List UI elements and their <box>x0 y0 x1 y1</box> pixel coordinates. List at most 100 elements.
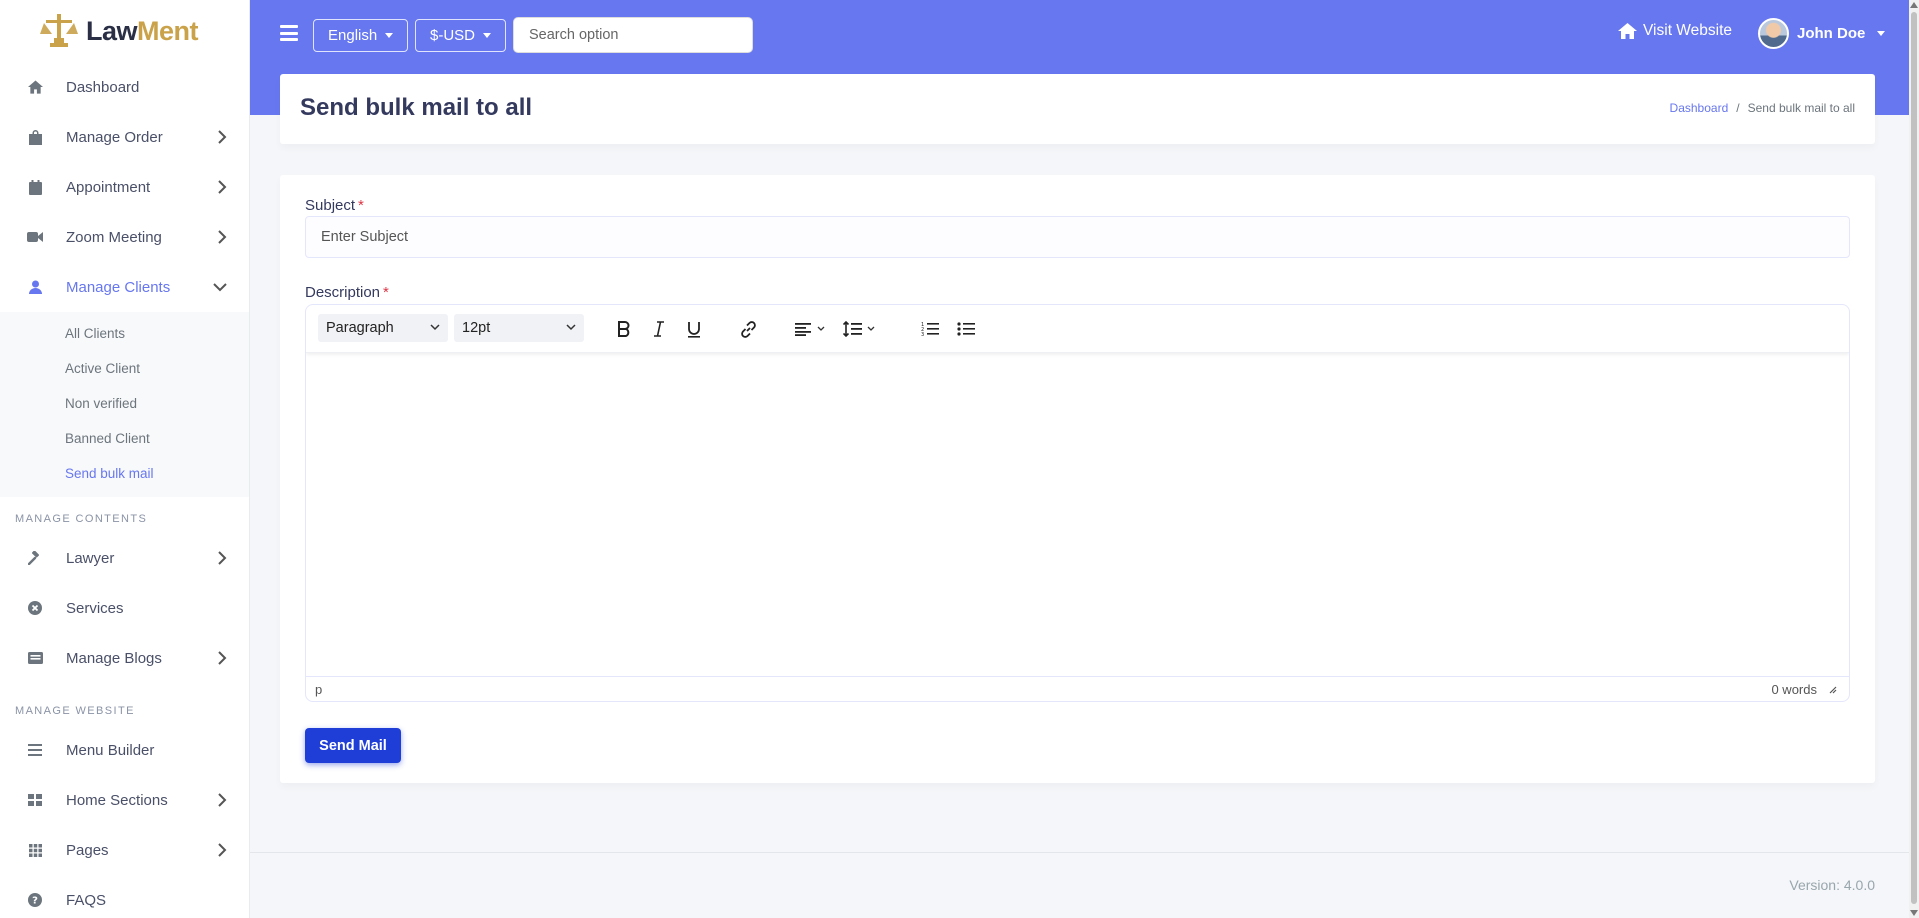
sidebar-item-home-sections[interactable]: Home Sections <box>0 775 249 825</box>
breadcrumb: Dashboard / Send bulk mail to all <box>1670 101 1855 115</box>
page-scrollbar[interactable] <box>1909 0 1919 918</box>
required-mark: * <box>358 197 364 214</box>
chevron-right-icon <box>218 793 227 807</box>
clients-submenu: All Clients Active Client Non verified B… <box>0 312 249 497</box>
sidebar-item-label: Zoom Meeting <box>66 228 162 246</box>
line-height-dropdown[interactable] <box>842 317 882 341</box>
bullet-list-icon <box>957 322 975 336</box>
bulk-mail-form-card: Subject* Description* Paragraph 12pt <box>280 175 1875 783</box>
bold-button[interactable] <box>612 317 636 341</box>
brand-logo-link[interactable]: LawMent <box>0 0 249 62</box>
editor-toolbar: Paragraph 12pt 1 2 3 <box>306 305 1849 353</box>
italic-button[interactable] <box>647 317 671 341</box>
breadcrumb-dashboard-link[interactable]: Dashboard <box>1670 101 1729 115</box>
chevron-down-icon <box>566 324 576 331</box>
sidebar-item-manage-blogs[interactable]: Manage Blogs <box>0 633 249 683</box>
submenu-non-verified[interactable]: Non verified <box>0 386 249 421</box>
sidebar-item-menu-builder[interactable]: Menu Builder <box>0 725 249 775</box>
chevron-right-icon <box>218 551 227 565</box>
footer: Version: 4.0.0 <box>250 852 1910 918</box>
bold-icon <box>618 321 630 337</box>
scroll-up-icon[interactable] <box>1910 2 1918 8</box>
submenu-send-bulk-mail[interactable]: Send bulk mail <box>0 456 249 491</box>
language-label: English <box>328 27 378 44</box>
chevron-right-icon <box>218 130 227 144</box>
circle-x-icon <box>27 600 43 616</box>
menu-toggle-icon[interactable] <box>280 25 298 41</box>
element-path[interactable]: p <box>315 682 322 697</box>
subject-input[interactable] <box>305 216 1850 258</box>
underline-icon <box>688 321 700 338</box>
sidebar-item-services[interactable]: Services <box>0 583 249 633</box>
svg-text:?: ? <box>32 896 38 907</box>
chevron-right-icon <box>218 180 227 194</box>
caret-down-icon <box>483 33 492 38</box>
brand-name-part2: Ment <box>137 15 199 46</box>
sidebar-item-label: Manage Clients <box>66 278 171 296</box>
block-format-select[interactable]: Paragraph <box>318 314 448 342</box>
caret-down-icon <box>1877 31 1886 36</box>
description-label-text: Description <box>305 284 381 301</box>
sidebar-item-faqs[interactable]: ? FAQS <box>0 875 249 918</box>
submenu-active-client[interactable]: Active Client <box>0 351 249 386</box>
sidebar-item-label: FAQS <box>66 891 107 909</box>
sidebar-item-appointment[interactable]: Appointment <box>0 162 249 212</box>
sidebar-item-label: Home Sections <box>66 791 168 809</box>
sidebar-item-label: Manage Order <box>66 128 163 146</box>
section-heading-website: MANAGE WEBSITE <box>15 705 135 717</box>
submenu-banned-client[interactable]: Banned Client <box>0 421 249 456</box>
user-icon <box>27 279 43 295</box>
required-mark: * <box>383 284 389 301</box>
resize-handle-icon[interactable] <box>1827 684 1837 694</box>
grid-icon <box>27 792 43 808</box>
numbered-list-button[interactable]: 123 <box>918 317 942 341</box>
scrollbar-thumb[interactable] <box>1911 12 1917 904</box>
page-title: Send bulk mail to all <box>300 94 533 121</box>
sidebar-item-manage-order[interactable]: Manage Order <box>0 112 249 162</box>
chevron-right-icon <box>218 230 227 244</box>
scales-logo-icon <box>40 14 78 47</box>
word-count[interactable]: 0 words <box>1771 682 1817 697</box>
page-header: Send bulk mail to all Dashboard / Send b… <box>280 74 1875 144</box>
video-icon <box>27 229 43 245</box>
sidebar-item-dashboard[interactable]: Dashboard <box>0 62 249 112</box>
home-icon <box>27 79 43 95</box>
editor-statusbar: p 0 words <box>306 676 1849 701</box>
breadcrumb-current: Send bulk mail to all <box>1747 101 1855 115</box>
sidebar-item-label: Appointment <box>66 178 151 196</box>
italic-icon <box>654 321 664 337</box>
calendar-icon <box>27 179 43 195</box>
underline-button[interactable] <box>682 317 706 341</box>
currency-dropdown[interactable]: $-USD <box>415 19 507 52</box>
svg-text:3: 3 <box>921 332 924 337</box>
sidebar-item-zoom-meeting[interactable]: Zoom Meeting <box>0 212 249 262</box>
font-size-value: 12pt <box>462 320 491 336</box>
user-menu[interactable]: John Doe <box>1758 18 1886 49</box>
sidebar-item-pages[interactable]: Pages <box>0 825 249 875</box>
send-mail-button[interactable]: Send Mail <box>305 728 401 763</box>
editor-content-area[interactable] <box>306 353 1849 678</box>
language-dropdown[interactable]: English <box>313 19 409 52</box>
link-button[interactable] <box>736 317 760 341</box>
user-name: John Doe <box>1797 25 1866 42</box>
sidebar-item-lawyer[interactable]: Lawyer <box>0 533 249 583</box>
currency-label: $-USD <box>430 27 476 44</box>
avatar <box>1758 18 1789 49</box>
apps-icon <box>27 842 43 858</box>
sidebar-item-manage-clients[interactable]: Manage Clients <box>0 262 249 312</box>
sidebar-item-label: Menu Builder <box>66 741 155 759</box>
chevron-down-icon <box>430 324 440 331</box>
sidebar-item-label: Services <box>66 599 124 617</box>
scroll-down-icon[interactable] <box>1910 910 1918 916</box>
chevron-right-icon <box>218 843 227 857</box>
visit-website-link[interactable]: Visit Website <box>1618 22 1732 40</box>
search-input[interactable] <box>513 17 753 53</box>
gavel-icon <box>27 550 43 566</box>
font-size-select[interactable]: 12pt <box>454 314 584 342</box>
align-dropdown[interactable] <box>794 317 830 341</box>
chevron-down-icon <box>213 283 227 292</box>
bag-icon <box>27 129 43 145</box>
bullet-list-button[interactable] <box>954 317 978 341</box>
submenu-all-clients[interactable]: All Clients <box>0 316 249 351</box>
block-format-value: Paragraph <box>326 320 394 336</box>
